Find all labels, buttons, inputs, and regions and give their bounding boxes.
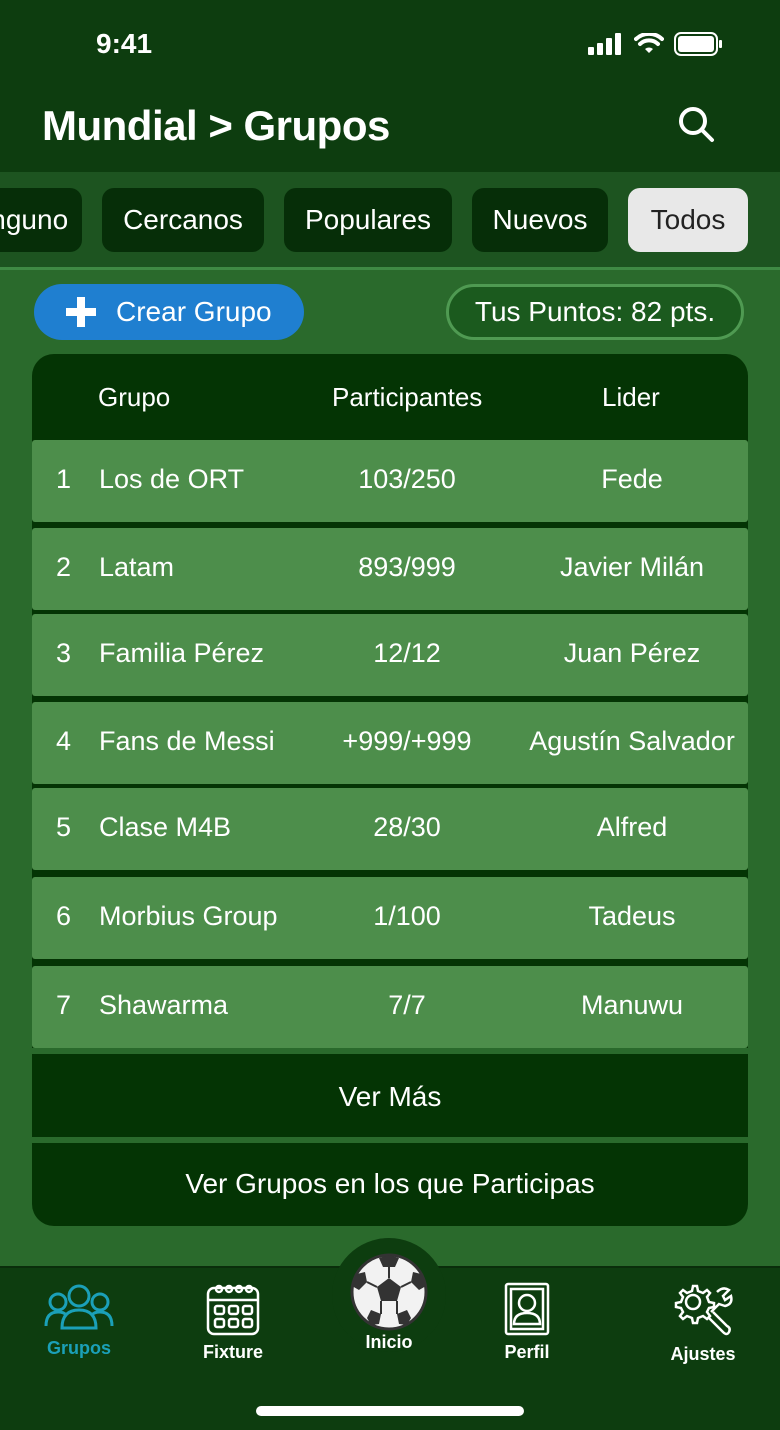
tab-label: Nuevos [492, 204, 588, 235]
status-icons [588, 32, 724, 56]
row-leader: Agustín Salvador [529, 726, 735, 756]
create-group-button[interactable]: Crear Grupo [34, 284, 304, 340]
row-rank: 2 [56, 552, 72, 582]
row-participants: 893/999 [358, 552, 456, 582]
tab-cercanos[interactable]: Cercanos [102, 188, 264, 252]
row-leader: Alfred [596, 812, 668, 842]
table-header: Grupo Participantes Lider [32, 354, 748, 438]
filter-tabs: Ninguno Cercanos Populares Nuevos Todos [0, 172, 780, 270]
table-row[interactable]: 5 Clase M4B 28/30 Alfred [32, 788, 748, 870]
table-row[interactable]: 3 Familia Pérez 12/12 Juan Pérez [32, 614, 748, 696]
participating-groups-button[interactable]: Ver Grupos en los que Participas [32, 1143, 748, 1225]
tab-populares[interactable]: Populares [284, 188, 452, 252]
row-group-name: Morbius Group [99, 901, 278, 931]
tab-ninguno[interactable]: Ninguno [0, 188, 82, 252]
row-participants: +999/+999 [342, 726, 472, 756]
search-icon[interactable] [676, 104, 716, 144]
table-row[interactable]: 1 Los de ORT 103/250 Fede [32, 440, 748, 522]
row-leader: Manuwu [580, 990, 684, 1020]
battery-icon [674, 32, 722, 56]
row-participants: 1/100 [373, 901, 441, 931]
points-badge: Tus Puntos: 82 pts. [446, 284, 744, 340]
signal-icon [588, 33, 621, 55]
header-group: Grupo [98, 382, 171, 412]
nav-home-label: Inicio [365, 1332, 413, 1352]
plus-icon [66, 297, 96, 327]
tab-label: Ninguno [0, 204, 69, 235]
groups-table: Grupo Participantes Lider 1 Los de ORT 1… [32, 354, 748, 1226]
home-indicator [256, 1406, 524, 1416]
page-title: Mundial > Grupos [42, 102, 390, 149]
row-group-name: Latam [99, 552, 175, 582]
calendar-icon [206, 1284, 260, 1336]
tab-label: Cercanos [123, 204, 243, 235]
create-group-label: Crear Grupo [116, 296, 272, 327]
row-group-name: Shawarma [99, 990, 229, 1020]
tab-label: Todos [650, 204, 726, 235]
top-bar: 9:41 Mundial > Grupos [0, 0, 780, 172]
row-group-name: Los de ORT [99, 464, 245, 494]
nav-groups[interactable]: Grupos [24, 1282, 134, 1359]
row-leader: Tadeus [588, 901, 676, 931]
wifi-icon [634, 33, 664, 53]
row-rank: 5 [56, 812, 72, 842]
nav-settings-label: Ajustes [670, 1344, 736, 1364]
header-participants: Participantes [332, 382, 483, 412]
row-leader: Fede [601, 464, 663, 494]
row-leader: Juan Pérez [563, 638, 701, 668]
row-participants: 7/7 [388, 990, 426, 1020]
settings-tools-icon [674, 1284, 733, 1336]
row-leader: Javier Milán [559, 552, 705, 582]
points-label: Tus Puntos: 82 pts. [474, 296, 716, 327]
profile-icon [504, 1282, 550, 1336]
see-more-button[interactable]: Ver Más [32, 1056, 748, 1138]
table-row[interactable]: 4 Fans de Messi +999/+999 Agustín Salvad… [32, 702, 748, 784]
row-participants: 28/30 [373, 812, 441, 842]
nav-profile[interactable]: Perfil [472, 1282, 582, 1363]
row-rank: 6 [56, 901, 72, 931]
participating-groups-label: Ver Grupos en los que Participas [185, 1168, 595, 1199]
tab-todos[interactable]: Todos [628, 188, 748, 252]
table-row[interactable]: 6 Morbius Group 1/100 Tadeus [32, 877, 748, 959]
row-group-name: Clase M4B [99, 812, 232, 842]
nav-home[interactable]: Inicio [334, 1252, 444, 1353]
row-group-name: Fans de Messi [99, 726, 275, 756]
header-leader: Lider [602, 382, 660, 412]
row-group-name: Familia Pérez [99, 638, 265, 668]
nav-fixture-label: Fixture [202, 1342, 263, 1362]
soccer-ball-icon [350, 1253, 428, 1331]
nav-settings[interactable]: Ajustes [648, 1282, 758, 1365]
divider [32, 1048, 748, 1054]
nav-fixture[interactable]: Fixture [178, 1282, 288, 1363]
row-rank: 1 [56, 464, 72, 494]
see-more-label: Ver Más [338, 1081, 442, 1112]
tab-label: Populares [304, 204, 432, 235]
nav-profile-label: Perfil [504, 1342, 550, 1362]
row-participants: 103/250 [358, 464, 456, 494]
groups-icon [44, 1284, 114, 1330]
row-rank: 3 [56, 638, 72, 668]
nav-groups-label: Grupos [46, 1338, 111, 1358]
row-rank: 4 [56, 726, 72, 756]
tab-nuevos[interactable]: Nuevos [472, 188, 608, 252]
status-time: 9:41 [96, 28, 153, 59]
table-row[interactable]: 7 Shawarma 7/7 Manuwu [32, 966, 748, 1048]
table-row[interactable]: 2 Latam 893/999 Javier Milán [32, 528, 748, 610]
row-participants: 12/12 [373, 638, 441, 668]
row-rank: 7 [56, 990, 72, 1020]
